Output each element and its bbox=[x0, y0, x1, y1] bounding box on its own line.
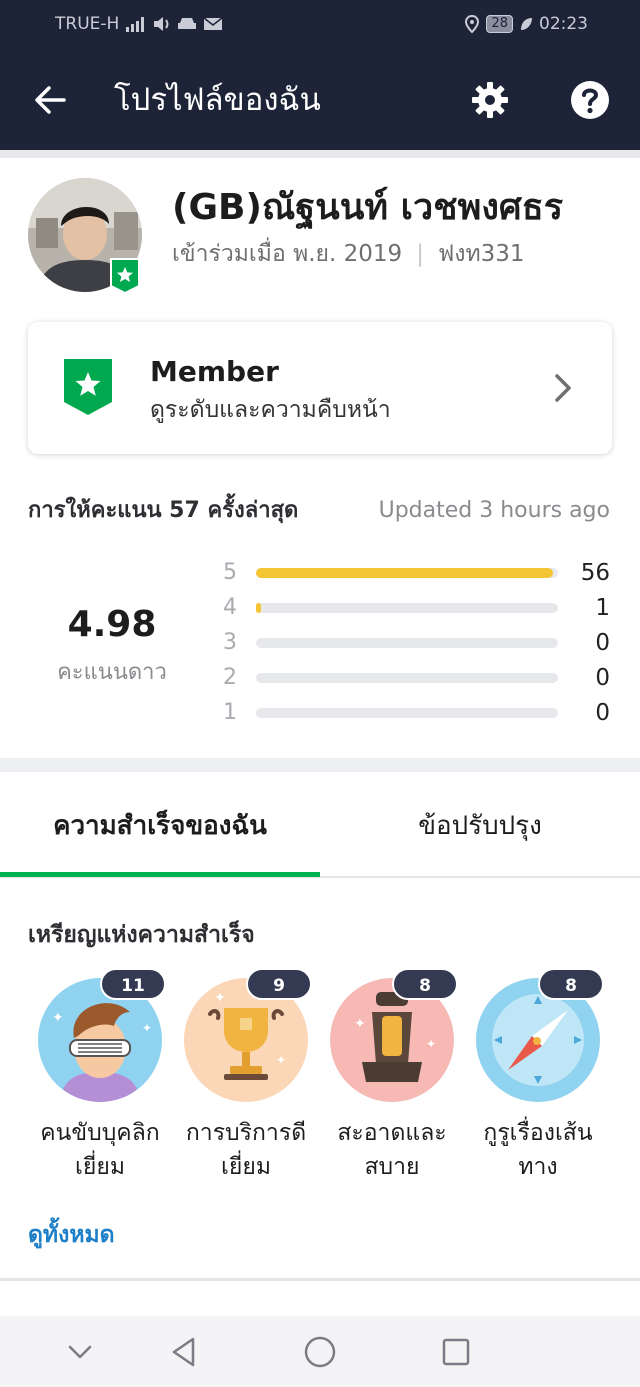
medal-count-badge: 8 bbox=[538, 968, 604, 1000]
tab-active-indicator bbox=[0, 872, 320, 877]
profile-name: (GB)ณัฐนนท์ เวชพงศธร bbox=[172, 187, 564, 228]
signal-icon bbox=[126, 17, 145, 32]
medal-label-line2: เยี่ยม bbox=[75, 1154, 125, 1180]
rating-score: 4.98 bbox=[67, 604, 157, 645]
mail-icon bbox=[203, 17, 223, 30]
clock: 02:23 bbox=[539, 14, 588, 34]
rating-count: 1 bbox=[595, 595, 610, 621]
status-bar: TRUE-H 28 02:23 bbox=[0, 0, 640, 50]
ratings-updated: Updated 3 hours ago bbox=[378, 498, 610, 523]
rating-score-label: คะแนนดาว bbox=[57, 660, 167, 685]
meta-separator: | bbox=[416, 241, 424, 267]
rating-bar-track bbox=[256, 638, 558, 648]
rating-count: 0 bbox=[595, 700, 610, 726]
rating-star-label: 3 bbox=[223, 630, 237, 655]
star-shield-badge-icon bbox=[110, 258, 140, 294]
svg-text:✦: ✦ bbox=[142, 1021, 152, 1035]
joined-date: เข้าร่วมเมื่อ พ.ย. 2019 bbox=[172, 241, 403, 267]
rating-star-label: 2 bbox=[223, 665, 237, 690]
rating-row-1: 1 0 bbox=[218, 696, 610, 730]
section-divider bbox=[0, 758, 640, 772]
volume-icon bbox=[154, 17, 169, 31]
medal-label: การบริการดี เยี่ยม bbox=[170, 1116, 322, 1184]
rating-bar-track bbox=[256, 603, 558, 613]
battery-indicator: 28 bbox=[486, 15, 513, 33]
status-left: TRUE-H bbox=[55, 14, 223, 34]
status-right: 28 02:23 bbox=[464, 14, 588, 34]
help-icon[interactable] bbox=[570, 80, 610, 120]
rating-bar-track bbox=[256, 568, 558, 578]
medal-label-line2: ทาง bbox=[518, 1154, 558, 1180]
svg-text:✦: ✦ bbox=[52, 1010, 64, 1026]
leaf-icon bbox=[521, 18, 532, 30]
medal-clean-comfortable[interactable]: ✦ ✦ 8 สะอาดและ สบาย bbox=[322, 968, 462, 1206]
chevron-right-icon bbox=[555, 374, 571, 402]
medal-label-line1: กูรูเรื่องเส้น bbox=[483, 1120, 593, 1146]
star-shield-icon bbox=[64, 359, 112, 415]
ratings-heading: การให้คะแนน 57 ครั้งล่าสุด bbox=[28, 498, 299, 523]
rating-bar-track bbox=[256, 708, 558, 718]
recents-square-icon[interactable] bbox=[436, 1332, 476, 1372]
rating-star-label: 5 bbox=[223, 560, 237, 585]
medal-route-expert[interactable]: 8 กูรูเรื่องเส้น ทาง bbox=[468, 968, 608, 1206]
rating-row-5: 5 56 bbox=[218, 556, 610, 590]
rating-bar-track bbox=[256, 673, 558, 683]
medal-label: กูรูเรื่องเส้น ทาง bbox=[462, 1116, 614, 1184]
medal-label-line1: การบริการดี bbox=[185, 1120, 307, 1146]
svg-text:✦: ✦ bbox=[354, 1016, 366, 1032]
car-icon bbox=[178, 18, 197, 29]
svg-text:✦: ✦ bbox=[214, 990, 226, 1006]
location-icon bbox=[465, 15, 480, 33]
rating-row-3: 3 0 bbox=[218, 626, 610, 660]
medal-label: สะอาดและ สบาย bbox=[316, 1116, 468, 1184]
medal-count-badge: 11 bbox=[100, 968, 166, 1000]
tab-improvements[interactable]: ข้อปรับปรุง bbox=[320, 772, 640, 880]
system-nav-bar bbox=[0, 1316, 640, 1387]
svg-text:✦: ✦ bbox=[276, 1053, 286, 1067]
tab-achievements[interactable]: ความสำเร็จของฉัน bbox=[0, 772, 320, 880]
tab-bar: ความสำเร็จของฉัน ข้อปรับปรุง bbox=[0, 772, 640, 880]
member-tier-subtitle: ดูระดับและความคืบหน้า bbox=[150, 397, 391, 423]
home-circle-icon[interactable] bbox=[300, 1332, 340, 1372]
medal-cool-driver[interactable]: ✦ ✦ 11 คนขับบุคลิก เยี่ยม bbox=[30, 968, 170, 1206]
rating-row-4: 4 1 bbox=[218, 591, 610, 625]
app-bar: โปรไฟล์ของฉัน bbox=[0, 50, 640, 150]
page-title: โปรไฟล์ของฉัน bbox=[114, 82, 321, 118]
profile-meta: เข้าร่วมเมื่อ พ.ย. 2019 | ฟงท331 bbox=[172, 236, 525, 272]
medal-count-badge: 9 bbox=[246, 968, 312, 1000]
member-tier-title: Member bbox=[150, 355, 279, 388]
section-divider-bottom bbox=[0, 1278, 640, 1281]
back-triangle-icon[interactable] bbox=[164, 1332, 204, 1372]
see-all-link[interactable]: ดูทั้งหมด bbox=[28, 1216, 115, 1254]
medal-label-line1: คนขับบุคลิก bbox=[40, 1120, 160, 1146]
medal-count-badge: 8 bbox=[392, 968, 458, 1000]
carrier-label: TRUE-H bbox=[55, 14, 120, 34]
medal-label-line2: สบาย bbox=[364, 1154, 420, 1180]
svg-text:✦: ✦ bbox=[426, 1037, 436, 1051]
medal-label-line1: สะอาดและ bbox=[337, 1120, 447, 1146]
medals-title: เหรียญแห่งความสำเร็จ bbox=[28, 922, 255, 948]
back-arrow-icon[interactable] bbox=[30, 80, 70, 120]
chevron-down-icon[interactable] bbox=[60, 1332, 100, 1372]
rating-bar-fill bbox=[256, 568, 553, 578]
member-tier-card[interactable]: Member ดูระดับและความคืบหน้า bbox=[28, 322, 612, 454]
rating-bar-fill bbox=[256, 603, 262, 613]
rating-star-label: 1 bbox=[223, 700, 237, 725]
rating-count: 0 bbox=[595, 630, 610, 656]
rating-star-label: 4 bbox=[223, 595, 237, 620]
rating-row-2: 2 0 bbox=[218, 661, 610, 695]
medal-label-line2: เยี่ยม bbox=[221, 1154, 271, 1180]
driver-id: ฟงท331 bbox=[437, 241, 525, 267]
medal-label: คนขับบุคลิก เยี่ยม bbox=[24, 1116, 176, 1184]
medal-great-service[interactable]: ✦ ✦ 9 การบริการดี เยี่ยม bbox=[176, 968, 316, 1206]
header-shadow bbox=[0, 150, 640, 158]
rating-count: 0 bbox=[595, 665, 610, 691]
gear-icon[interactable] bbox=[470, 80, 510, 120]
rating-count: 56 bbox=[580, 560, 610, 586]
